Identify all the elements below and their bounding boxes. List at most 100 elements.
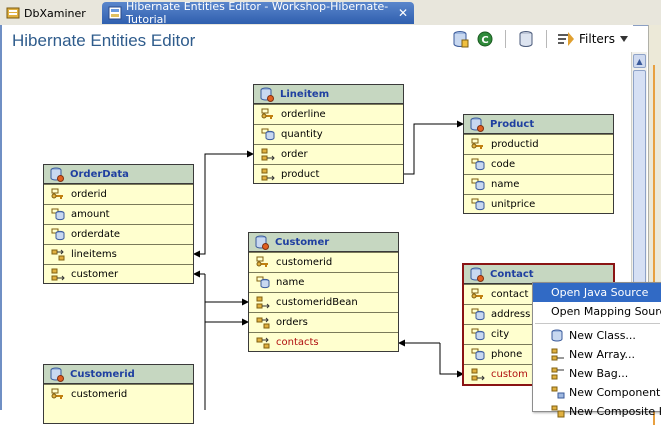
entity-field[interactable]: product [254, 164, 403, 184]
entity-field[interactable]: customerid [249, 252, 398, 272]
field-label: product [281, 169, 320, 180]
property-icon [471, 178, 485, 191]
entity-field[interactable]: quantity [254, 124, 403, 144]
entity-class-icon [470, 267, 484, 282]
field-label: quantity [281, 129, 323, 140]
entity-field[interactable]: orders [249, 312, 398, 332]
field-label: productid [491, 139, 539, 150]
new-class-icon [551, 329, 563, 342]
key-field-icon [256, 256, 268, 267]
menu-item-label: New Bag... [569, 367, 629, 380]
entity-field[interactable]: productid [464, 134, 613, 154]
entity-name: Lineitem [280, 88, 330, 100]
relation-icon [51, 268, 65, 281]
field-label: custom [491, 369, 528, 380]
entity-name: Contact [490, 268, 534, 280]
entity-name: Product [490, 118, 535, 130]
entity-header[interactable]: OrderData [44, 165, 193, 184]
menu-item-new-class[interactable]: New Class... [533, 326, 661, 345]
entity-header[interactable]: Lineitem [254, 85, 403, 104]
menu-item-new-component[interactable]: New Component... [533, 383, 661, 402]
entity-class-icon [50, 167, 64, 182]
menu-item-open-java-source[interactable]: Open Java Source [533, 283, 661, 302]
entity-customer[interactable]: Customer customerid name customeridBean … [248, 232, 399, 352]
menu-item-label: New Composite Id [569, 405, 661, 418]
collection-icon [256, 317, 270, 329]
key-field-icon [51, 388, 63, 399]
key-field-icon [471, 138, 483, 149]
entity-field[interactable]: customer [44, 264, 193, 284]
relation-icon [256, 296, 270, 309]
field-label: contacts [276, 337, 319, 348]
relation-icon [261, 148, 275, 161]
entity-field[interactable]: name [249, 272, 398, 292]
field-label: amount [71, 209, 110, 220]
entity-product[interactable]: Product productid code name unitprice [463, 114, 614, 214]
entity-name: OrderData [70, 168, 129, 180]
entity-class-icon [50, 367, 64, 382]
entity-orderdata[interactable]: OrderData orderid amount orderdate linei… [43, 164, 194, 284]
field-label: unitprice [491, 199, 536, 210]
field-label: order [281, 149, 308, 160]
entity-field[interactable]: amount [44, 204, 193, 224]
entity-header[interactable]: Customerid [44, 365, 193, 384]
menu-item-label: New Component... [569, 386, 661, 399]
context-menu: Open Java Source Open Mapping Source New… [532, 282, 661, 418]
entity-field[interactable]: customeridBean [249, 292, 398, 312]
entity-customerid[interactable]: Customerid customerid [43, 364, 194, 424]
field-label: phone [491, 349, 523, 360]
property-icon [471, 158, 485, 171]
field-label: address [491, 309, 531, 320]
menu-item-open-mapping-source[interactable]: Open Mapping Source [533, 302, 661, 321]
field-label: orderline [281, 109, 326, 120]
field-label: customerid [276, 257, 333, 268]
field-label: customer [71, 269, 119, 280]
entity-header[interactable]: Product [464, 115, 613, 134]
entity-field[interactable]: customerid [44, 384, 193, 404]
menu-item-new-bag[interactable]: New Bag... [533, 364, 661, 383]
entity-header[interactable]: Customer [249, 233, 398, 252]
entity-lineitem[interactable]: Lineitem orderline quantity order produc… [253, 84, 404, 184]
key-field-icon [51, 188, 63, 199]
field-label: contact [491, 289, 529, 300]
property-icon [471, 308, 485, 321]
property-icon [256, 276, 270, 289]
property-icon [471, 348, 485, 361]
property-icon [51, 228, 65, 241]
entity-field[interactable]: code [464, 154, 613, 174]
field-label: orderdate [71, 229, 121, 240]
menu-item-new-array[interactable]: New Array... [533, 345, 661, 364]
field-label: name [276, 277, 305, 288]
entity-field[interactable]: lineitems [44, 244, 193, 264]
new-composite-id-icon [551, 405, 565, 418]
menu-item-label: New Array... [569, 348, 636, 361]
relation-icon [471, 368, 485, 381]
entity-field[interactable]: orderline [254, 104, 403, 124]
field-label: orders [276, 317, 308, 328]
menu-item-label: Open Mapping Source [551, 305, 661, 318]
entity-class-icon [260, 87, 274, 102]
field-label: customerid [71, 389, 128, 400]
collection-icon [256, 337, 270, 349]
entity-field[interactable]: name [464, 174, 613, 194]
entity-name: Customer [275, 236, 330, 248]
entity-field[interactable]: orderid [44, 184, 193, 204]
property-icon [471, 198, 485, 211]
entity-field[interactable]: order [254, 144, 403, 164]
entity-class-icon [255, 235, 269, 250]
key-field-icon [471, 288, 483, 299]
relation-icon [261, 168, 275, 181]
key-field-icon [261, 108, 273, 119]
entity-field-highlighted[interactable]: contacts [249, 332, 398, 352]
field-label: lineitems [71, 249, 117, 260]
entity-field[interactable]: unitprice [464, 194, 613, 214]
menu-item-new-composite-id[interactable]: New Composite Id [533, 402, 661, 421]
scroll-up-arrow-icon[interactable]: ▲ [633, 54, 646, 68]
field-label: name [491, 179, 520, 190]
property-icon [51, 208, 65, 221]
field-label: city [491, 329, 510, 340]
collection-icon [51, 249, 65, 261]
entity-field[interactable]: orderdate [44, 224, 193, 244]
property-icon [471, 328, 485, 341]
property-icon [261, 128, 275, 141]
